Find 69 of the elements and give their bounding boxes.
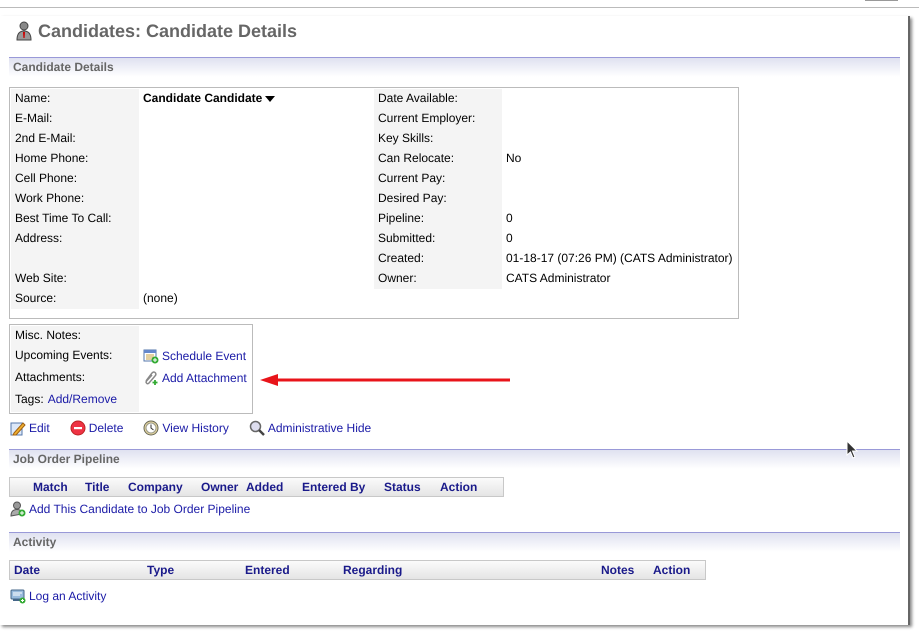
field-label: Home Phone: (15, 151, 88, 165)
section-header: Job Order Pipeline (13, 452, 120, 466)
calendar-add-icon (143, 348, 159, 364)
clock-icon (143, 420, 160, 436)
section-header: Activity (13, 535, 56, 549)
field-label: Owner: (378, 271, 417, 285)
column-header[interactable]: Action (653, 563, 703, 577)
field-label: Web Site: (15, 271, 67, 285)
field-label: Work Phone: (15, 191, 84, 205)
tags-link[interactable]: Add/Remove (48, 392, 118, 412)
column-header[interactable]: Entered (245, 563, 343, 577)
field-label: Source: (15, 291, 56, 305)
field-label: Pipeline: (378, 211, 424, 225)
field-label: Can Relocate: (378, 151, 454, 165)
field-label: Desired Pay: (378, 191, 447, 205)
column-header[interactable]: Date (14, 563, 147, 577)
field-label: Best Time To Call: (15, 211, 112, 225)
column-header[interactable]: Company (128, 480, 201, 494)
column-header[interactable]: Entered By (302, 480, 384, 494)
column-header[interactable]: Notes (601, 563, 653, 577)
field-label: Key Skills: (378, 131, 434, 145)
field-value: (none) (143, 291, 178, 305)
dropdown-caret-icon[interactable] (265, 96, 276, 102)
field-value: 01-18-17 (07:26 PM) (CATS Administrator) (506, 251, 733, 265)
column-header[interactable]: Regarding (343, 563, 601, 577)
field-label: Current Employer: (378, 111, 476, 125)
field-label: Submitted: (378, 231, 436, 245)
pencil-document-icon (10, 420, 26, 436)
column-header[interactable]: Action (440, 480, 480, 494)
paperclip-add-icon (143, 370, 159, 386)
log-activity-link[interactable]: Log an Activity (29, 589, 106, 603)
person-icon (16, 21, 32, 41)
delete-icon (70, 420, 86, 436)
view-history-link[interactable]: View History (162, 421, 229, 435)
mouse-cursor-icon (846, 440, 860, 460)
section-header: Candidate Details (13, 60, 114, 74)
person-add-icon (10, 501, 26, 517)
column-header[interactable]: Owner (201, 480, 246, 494)
field-label: 2nd E-Mail: (15, 131, 76, 145)
field-label: Misc. Notes: (15, 328, 82, 344)
field-value: 0 (506, 211, 513, 225)
field-label: Cell Phone: (15, 171, 78, 185)
column-header[interactable]: Title (85, 480, 128, 494)
field-label: Created: (378, 251, 424, 265)
administrative-hide-link[interactable]: Administrative Hide (268, 421, 372, 435)
field-value: 0 (506, 231, 513, 245)
schedule-event-link[interactable]: Schedule Event (162, 349, 246, 363)
delete-link[interactable]: Delete (88, 421, 124, 435)
field-value: CATS Administrator (506, 271, 610, 285)
page-title: Candidates: Candidate Details (38, 20, 298, 42)
edit-link[interactable]: Edit (29, 421, 50, 435)
field-label: Date Available: (378, 91, 458, 105)
column-header[interactable]: Status (384, 480, 440, 494)
column-header[interactable]: Added (246, 480, 302, 494)
candidate-name[interactable]: Candidate Candidate (143, 91, 262, 105)
magnifier-icon (248, 420, 265, 436)
field-label: Attachments: (15, 370, 86, 386)
field-label: Upcoming Events: (15, 348, 112, 364)
field-label: Current Pay: (378, 171, 446, 185)
add-attachment-link[interactable]: Add Attachment (162, 371, 247, 385)
field-label: Address: (15, 231, 62, 245)
add-to-pipeline-link[interactable]: Add This Candidate to Job Order Pipeline (29, 502, 250, 516)
field-label: E-Mail: (15, 111, 52, 125)
column-header[interactable]: Type (147, 563, 245, 577)
field-label: Name: (15, 91, 50, 105)
column-header[interactable]: Match (33, 480, 85, 494)
field-label: Tags: (15, 392, 44, 408)
field-value: No (506, 151, 522, 165)
monitor-add-icon (10, 588, 26, 604)
